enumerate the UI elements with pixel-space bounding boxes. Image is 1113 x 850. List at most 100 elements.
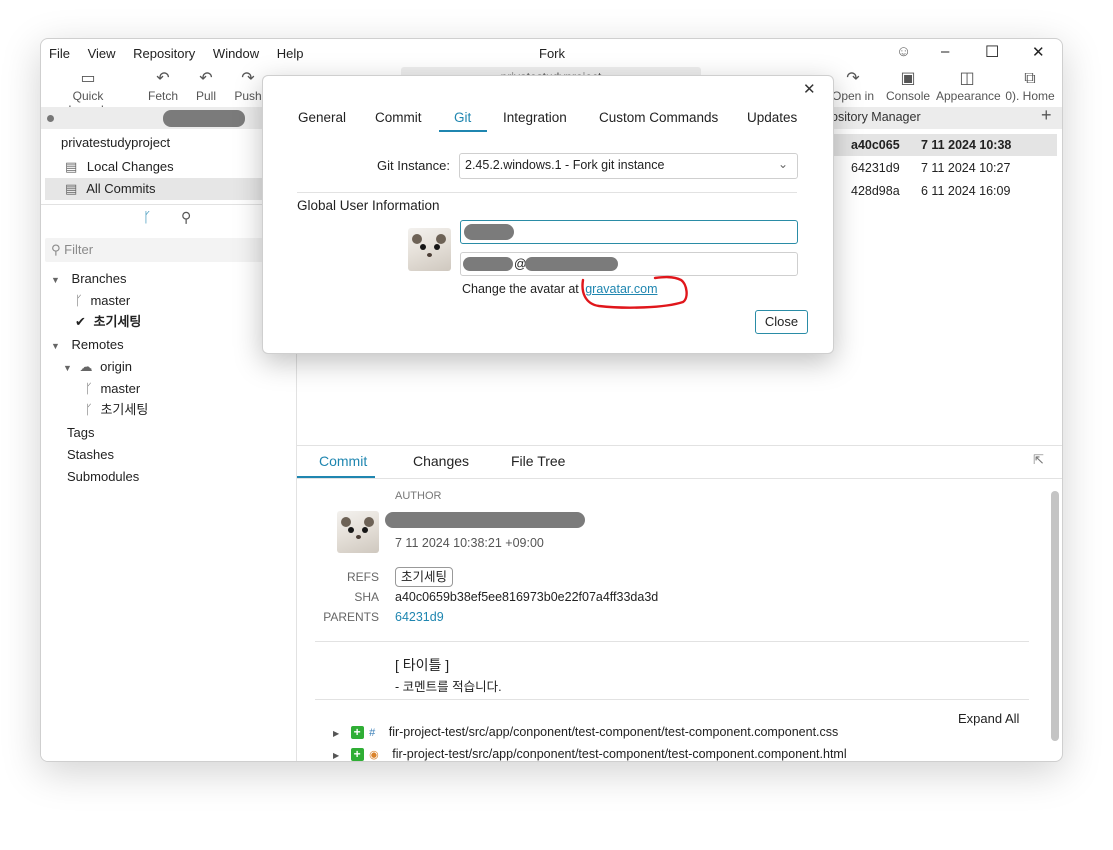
checkmark-icon: ✔ xyxy=(75,314,86,329)
local-changes-item[interactable]: ▤ Local Changes xyxy=(65,157,174,177)
close-window-button[interactable]: ✕ xyxy=(1032,43,1045,61)
added-icon: + xyxy=(350,726,364,739)
branches-label: Branches xyxy=(71,271,127,286)
sha-value[interactable]: a40c0659b38ef5ee816973b0e22f07a4ff33da3d xyxy=(395,590,658,604)
expand-all-button[interactable]: Expand All xyxy=(958,711,1019,726)
menu-window[interactable]: Window xyxy=(213,46,259,61)
commit-message-title: [ 타이틀 ] xyxy=(395,657,450,673)
branch-view-icon[interactable]: ᚴ xyxy=(143,209,151,225)
commit-sha-1[interactable]: a40c065 xyxy=(851,134,900,156)
tab-bar-divider xyxy=(297,478,1062,479)
file-row[interactable]: ▶ + ◉ fir-project-test/src/app/conponent… xyxy=(333,747,847,761)
branches-expander-icon: ▼ xyxy=(51,275,60,285)
popout-icon[interactable]: ⇱ xyxy=(1033,452,1044,468)
repo-manager-label: ository Manager xyxy=(831,110,921,124)
all-commits-icon: ▤ xyxy=(65,181,78,196)
menu-help[interactable]: Help xyxy=(277,46,304,61)
commit-date-2[interactable]: 7 11 2024 10:27 xyxy=(921,157,1010,179)
chevron-down-icon: ⌄ xyxy=(778,157,789,171)
remote-current[interactable]: ᚴ 초기세팅 xyxy=(85,400,148,420)
preferences-dialog: ✕ General Commit Git Integration Custom … xyxy=(262,75,834,354)
feedback-icon[interactable]: ☺ xyxy=(896,43,911,60)
console-button[interactable]: ▣ Console xyxy=(886,69,930,103)
file-path-html: fir-project-test/src/app/conponent/test-… xyxy=(392,747,847,761)
repo-dot-icon xyxy=(47,115,54,122)
push-button[interactable]: ↷ Push xyxy=(231,69,265,103)
remote-branch-icon: ᚴ xyxy=(85,381,93,396)
redacted-name xyxy=(464,224,514,240)
remotes-expander-icon: ▼ xyxy=(51,341,60,351)
tab-general[interactable]: General xyxy=(298,110,346,125)
remotes-group[interactable]: ▼ Remotes xyxy=(51,335,124,355)
pull-button[interactable]: ↶ Pull xyxy=(189,69,223,103)
branches-group[interactable]: ▼ Branches xyxy=(51,269,126,289)
redacted-email-domain xyxy=(525,257,618,271)
parents-label: PARENTS xyxy=(323,610,379,624)
all-commits-row[interactable]: ▤ All Commits xyxy=(65,179,156,199)
local-changes-icon: ▤ xyxy=(65,159,78,174)
home-button[interactable]: ⧉ 0). Home xyxy=(1003,69,1057,103)
dialog-close-icon[interactable]: ✕ xyxy=(803,80,816,98)
git-instance-select[interactable]: 2.45.2.windows.1 - Fork git instance ⌄ xyxy=(459,153,798,179)
maximize-button[interactable]: ☐ xyxy=(985,42,999,62)
add-tab-icon[interactable]: + xyxy=(1041,105,1052,126)
tab-integration[interactable]: Integration xyxy=(503,110,567,125)
commit-date-3[interactable]: 6 11 2024 16:09 xyxy=(921,180,1010,202)
commit-message-body: - 코멘트를 적습니다. xyxy=(395,680,502,694)
appearance-icon: ◫ xyxy=(959,70,975,87)
redacted-author xyxy=(385,512,585,528)
tab-git[interactable]: Git xyxy=(454,110,471,125)
commit-date-1[interactable]: 7 11 2024 10:38 xyxy=(921,134,1011,156)
tab-file-tree[interactable]: File Tree xyxy=(511,453,565,469)
red-circle-mark xyxy=(581,275,688,309)
tab-commit-settings[interactable]: Commit xyxy=(375,110,422,125)
tab-custom-commands[interactable]: Custom Commands xyxy=(599,110,718,125)
all-commits-label: All Commits xyxy=(86,181,156,196)
tab-commit[interactable]: Commit xyxy=(319,453,367,469)
search-icon[interactable]: ⚲ xyxy=(181,209,191,226)
close-button-label: Close xyxy=(764,314,799,329)
commit-sha-3[interactable]: 428d98a xyxy=(851,180,900,202)
tab-changes[interactable]: Changes xyxy=(413,453,469,469)
avatar-eye-left xyxy=(420,244,426,250)
submodules-group[interactable]: Submodules xyxy=(67,467,139,487)
expand-arrow-icon: ▶ xyxy=(333,729,340,738)
tab-updates[interactable]: Updates xyxy=(747,110,797,125)
menu-file[interactable]: File xyxy=(49,46,70,61)
file-row[interactable]: ▶ + # fir-project-test/src/app/conponent… xyxy=(333,725,838,739)
filter-input[interactable]: ⚲ Filter xyxy=(51,240,93,260)
remote-origin[interactable]: ▼ ☁ origin xyxy=(63,357,132,377)
commit-sha-2[interactable]: 64231d9 xyxy=(851,157,900,179)
avatar-ear-left xyxy=(412,234,422,244)
file-path-css: fir-project-test/src/app/conponent/test-… xyxy=(388,725,839,739)
refs-badge[interactable]: 초기세팅 xyxy=(395,567,454,587)
branch-current[interactable]: ✔ 초기세팅 xyxy=(75,312,141,332)
highlight-annotation xyxy=(581,275,688,309)
filter-placeholder: Filter xyxy=(64,242,94,257)
branch-icon: ᚴ xyxy=(75,293,83,308)
sidebar: privatestudyproject ▤ Local Changes ▤ Al… xyxy=(41,107,297,761)
stashes-group[interactable]: Stashes xyxy=(67,445,114,465)
git-instance-label: Git Instance: xyxy=(377,158,450,173)
avatar-ear-right xyxy=(364,517,374,527)
branch-master[interactable]: ᚴ master xyxy=(75,291,130,311)
open-in-button[interactable]: ↷ Open in xyxy=(831,69,875,103)
local-changes-label: Local Changes xyxy=(86,159,174,174)
home-label: 0). Home xyxy=(1005,89,1055,103)
menu-view[interactable]: View xyxy=(88,46,116,61)
appearance-button[interactable]: ◫ Appearance xyxy=(936,69,1001,103)
refs-label: REFS xyxy=(346,570,379,584)
sidebar-divider xyxy=(41,204,296,205)
filter-search-icon: ⚲ xyxy=(51,242,65,257)
tags-group[interactable]: Tags xyxy=(67,423,94,443)
folder-icon: ▭ xyxy=(80,70,96,87)
remote-master[interactable]: ᚴ master xyxy=(85,379,140,399)
menu-repository[interactable]: Repository xyxy=(133,46,195,61)
parents-link[interactable]: 64231d9 xyxy=(395,610,444,624)
fetch-button[interactable]: ↶ Fetch xyxy=(145,69,181,103)
details-scrollbar[interactable] xyxy=(1051,491,1059,741)
avatar-hint-text: Change the avatar at xyxy=(462,282,579,296)
appearance-label: Appearance xyxy=(936,89,1001,103)
minimize-button[interactable]: – xyxy=(941,43,949,60)
close-button[interactable]: Close xyxy=(755,310,808,334)
